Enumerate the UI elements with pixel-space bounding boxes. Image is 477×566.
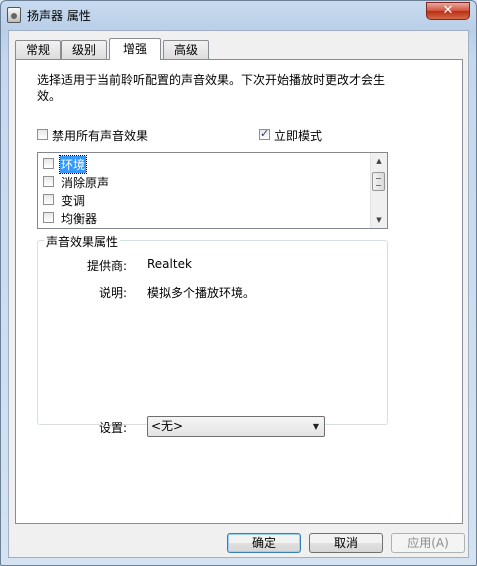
close-button[interactable]: ✕ xyxy=(426,2,470,20)
settings-selected-value: <无> xyxy=(151,419,184,433)
effect-label[interactable]: 环境 xyxy=(58,155,88,174)
speaker-properties-icon xyxy=(7,7,21,23)
tab-general[interactable]: 常规 xyxy=(15,40,61,59)
dialog-client-area: 常规 级别 增强 高级 选择适用于当前聆听配置的声音效果。下次开始播放时更改才会… xyxy=(8,30,469,558)
cancel-button[interactable]: 取消 xyxy=(309,533,383,553)
apply-button[interactable]: 应用(A) xyxy=(391,533,465,553)
window-title: 扬声器 属性 xyxy=(27,9,91,23)
enhancements-panel: 选择适用于当前聆听配置的声音效果。下次开始播放时更改才会生效。 禁用所有声音效果… xyxy=(15,59,463,524)
ok-button[interactable]: 确定 xyxy=(227,533,301,553)
effects-scrollbar[interactable]: ▲ ▼ xyxy=(370,153,387,228)
tab-enhancements[interactable]: 增强 xyxy=(109,38,161,60)
scroll-down-arrow-icon[interactable]: ▼ xyxy=(371,212,387,228)
settings-label: 设置: xyxy=(99,421,128,435)
effect-item[interactable]: 均衡器 xyxy=(38,209,372,227)
immediate-mode-checkbox[interactable] xyxy=(259,127,270,140)
effect-item[interactable]: 消除原声 xyxy=(38,173,372,191)
scroll-up-arrow-icon[interactable]: ▲ xyxy=(371,153,387,169)
scrollbar-thumb[interactable] xyxy=(372,172,385,191)
effect-checkbox[interactable] xyxy=(43,194,54,205)
effect-description-value: 模拟多个播放环境。 xyxy=(147,286,256,300)
effect-item[interactable]: 变调 xyxy=(38,191,372,209)
effect-checkbox[interactable] xyxy=(43,212,54,223)
effect-label[interactable]: 均衡器 xyxy=(60,210,98,227)
effect-checkbox[interactable] xyxy=(43,176,54,187)
effect-checkbox[interactable] xyxy=(43,158,54,169)
immediate-mode-label[interactable]: 立即模式 xyxy=(274,127,322,144)
effect-item[interactable]: 环境 xyxy=(38,155,372,174)
enhancements-description: 选择适用于当前聆听配置的声音效果。下次开始播放时更改才会生效。 xyxy=(37,73,386,103)
title-bar[interactable]: 扬声器 属性 ✕ xyxy=(1,1,476,29)
effect-label[interactable]: 变调 xyxy=(60,192,86,209)
speaker-properties-window: 扬声器 属性 ✕ 常规 级别 增强 高级 选择适用于当前聆听配置的声音效果。下次… xyxy=(0,0,477,566)
chevron-down-icon: ▼ xyxy=(312,422,319,431)
effect-description-label: 说明: xyxy=(99,286,128,300)
effects-listbox[interactable]: 环境 消除原声 变调 均衡器 ▲ ▼ xyxy=(37,152,388,229)
settings-dropdown[interactable]: <无> ▼ xyxy=(147,416,325,437)
tab-levels[interactable]: 级别 xyxy=(61,40,107,59)
provider-value: Realtek xyxy=(147,257,192,271)
disable-all-effects-label[interactable]: 禁用所有声音效果 xyxy=(52,127,148,144)
provider-label: 提供商: xyxy=(87,259,128,273)
disable-all-effects-checkbox[interactable] xyxy=(37,129,48,140)
tab-advanced[interactable]: 高级 xyxy=(163,40,209,59)
effect-label[interactable]: 消除原声 xyxy=(60,174,110,191)
effect-properties-title: 声音效果属性 xyxy=(44,233,121,250)
